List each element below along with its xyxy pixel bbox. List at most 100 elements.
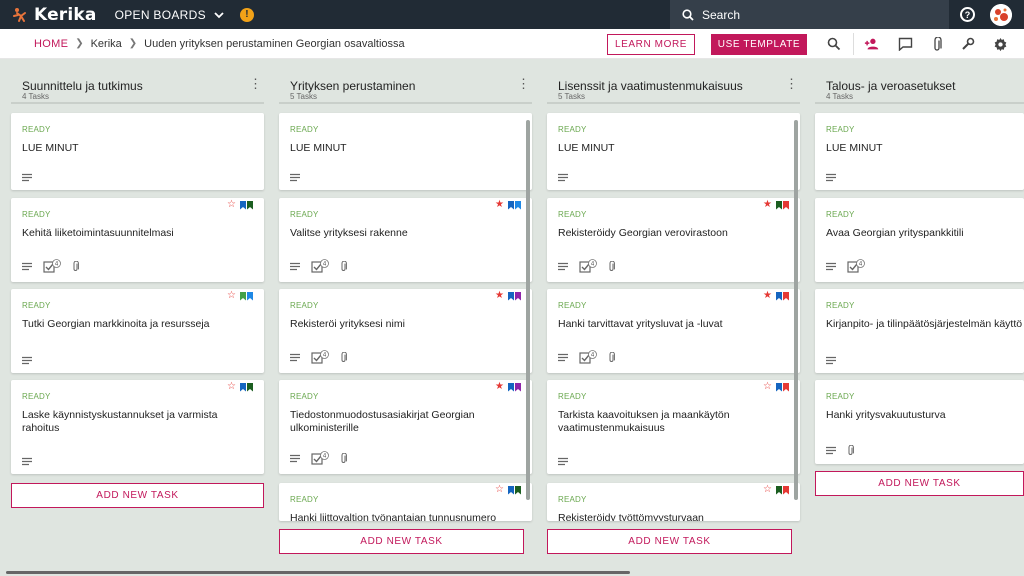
star-filled-icon[interactable]: ★ [495,382,504,392]
task-card[interactable]: READY LUE MINUT [815,113,1024,190]
add-new-task-button[interactable]: ADD NEW TASK [11,483,264,508]
star-outline-icon[interactable]: ☆ [227,200,236,210]
open-boards-menu[interactable]: OPEN BOARDS [115,8,224,22]
card-icons [826,173,847,182]
column-vertical-scrollbar[interactable] [794,120,798,500]
bookmark-tag-icon [776,485,782,495]
breadcrumb-owner[interactable]: Kerika [91,38,122,50]
task-card[interactable]: READY Laske käynnistyskustannukset ja var… [11,380,264,474]
task-card[interactable]: READY Valitse yrityksesi rakenne ★ 4 [279,198,532,282]
card-flags: ☆ [227,382,253,392]
task-card[interactable]: READY LUE MINUT [11,113,264,190]
board-column: Lisenssit ja vaatimustenmukaisuus 5 Tasks… [547,72,800,554]
alert-icon[interactable]: ! [239,7,254,22]
star-filled-icon[interactable]: ★ [495,291,504,301]
card-status: READY [558,301,587,310]
horizontal-scrollbar-thumb[interactable] [6,571,630,574]
star-filled-icon[interactable]: ★ [763,200,772,210]
use-template-button[interactable]: USE TEMPLATE [711,34,807,55]
star-filled-icon[interactable]: ★ [763,291,772,301]
help-icon[interactable]: ? [960,7,975,22]
task-card[interactable]: READY LUE MINUT [547,113,800,190]
attachment-icon [340,352,347,363]
add-new-task-button[interactable]: ADD NEW TASK [279,529,524,554]
card-flags: ☆ [495,485,521,495]
add-new-task-button[interactable]: ADD NEW TASK [815,471,1024,496]
column-menu-icon[interactable]: ⋮ [517,77,530,90]
column-header[interactable]: Talous- ja veroasetukset 4 Tasks [815,72,1024,104]
star-outline-icon[interactable]: ☆ [763,485,772,495]
column-title[interactable]: Talous- ja veroasetukset [826,79,955,93]
card-title: Avaa Georgian yrityspankkitili [826,227,964,239]
card-status: READY [22,392,51,401]
star-outline-icon[interactable]: ☆ [495,485,504,495]
card-icons [558,457,579,466]
card-title: Laske käynnistyskustannukset ja varmista… [22,409,218,434]
checklist-icon: 4 [579,259,597,274]
task-card[interactable]: READY Rekisteröidy työttömyysturvaan ☆ [547,483,800,521]
task-card[interactable]: READY Tarkista kaavoituksen ja maankäytön… [547,380,800,474]
task-card[interactable]: READY Kehitä liiketoimintasuunnitelmasi ☆ 4 [11,198,264,282]
column-title[interactable]: Yrityksen perustaminen [290,79,415,93]
add-new-task-button[interactable]: ADD NEW TASK [547,529,792,554]
column-header[interactable]: Yrityksen perustaminen 5 Tasks ⋮ [279,72,532,104]
card-title: Hanki tarvittavat yritysluvat ja -luvat [558,318,723,330]
attachment-icon [847,445,854,456]
add-person-icon[interactable] [864,36,880,52]
toolbar-divider [853,33,854,55]
card-title: Tutki Georgian markkinoita ja resursseja [22,318,210,330]
column-header[interactable]: Suunnittelu ja tutkimus 4 Tasks ⋮ [11,72,264,104]
task-card[interactable]: READY Kirjanpito- ja tilinpäätösjärjestel… [815,289,1024,373]
attachment-icon[interactable] [929,36,945,52]
description-icon [22,356,32,365]
bookmark-tag-icon [515,291,521,301]
task-card[interactable]: READY Avaa Georgian yrityspankkitili 4 [815,198,1024,282]
gear-icon[interactable] [992,36,1008,52]
column-vertical-scrollbar[interactable] [526,120,530,500]
chat-icon[interactable] [897,36,913,52]
card-status: READY [826,210,855,219]
card-icons [290,173,311,182]
bookmark-tag-icon [508,200,514,210]
avatar[interactable] [990,4,1012,26]
task-card[interactable]: READY Hanki yritysvakuutusturva [815,380,1024,464]
card-title: Tiedostonmuodostusasiakirjat Georgian ul… [290,409,475,434]
star-outline-icon[interactable]: ☆ [227,291,236,301]
search-input[interactable]: Search [670,0,949,29]
description-icon [22,457,32,466]
column-title[interactable]: Suunnittelu ja tutkimus [22,79,143,93]
card-status: READY [558,125,587,134]
card-status: READY [290,210,319,219]
kerika-logo-icon [13,7,26,22]
column-title[interactable]: Lisenssit ja vaatimustenmukaisuus [558,79,743,93]
card-flags: ☆ [763,382,789,392]
star-outline-icon[interactable]: ☆ [227,382,236,392]
task-card[interactable]: READY Hanki liittovaltion työnantajan tun… [279,483,532,521]
card-status: READY [290,125,319,134]
star-outline-icon[interactable]: ☆ [763,382,772,392]
card-title: LUE MINUT [826,142,883,154]
card-status: READY [22,301,51,310]
task-card[interactable]: READY Rekisteröidy Georgian verovirastoon… [547,198,800,282]
board-search-icon[interactable] [826,36,842,52]
task-card[interactable]: READY Tiedostonmuodostusasiakirjat Georgi… [279,380,532,474]
chevron-down-icon [214,11,224,18]
kerika-logo[interactable]: Kerika [12,5,97,25]
task-card[interactable]: READY LUE MINUT [279,113,532,190]
bookmark-tag-icon [515,382,521,392]
column-menu-icon[interactable]: ⋮ [785,77,798,90]
card-title: Valitse yrityksesi rakenne [290,227,408,239]
task-card[interactable]: READY Rekisteröi yrityksesi nimi ★ 4 [279,289,532,373]
tools-icon[interactable] [960,36,976,52]
column-menu-icon[interactable]: ⋮ [249,77,262,90]
column-task-count: 5 Tasks [290,92,317,101]
learn-more-button[interactable]: LEARN MORE [607,34,695,55]
board-column: Talous- ja veroasetukset 4 Tasks READY LUE … [815,72,1024,496]
breadcrumb-home[interactable]: HOME [34,38,68,50]
column-header[interactable]: Lisenssit ja vaatimustenmukaisuus 5 Tasks… [547,72,800,104]
star-filled-icon[interactable]: ★ [495,200,504,210]
checklist-icon: 4 [311,259,329,274]
task-card[interactable]: READY Tutki Georgian markkinoita ja resur… [11,289,264,373]
description-icon [290,262,300,271]
task-card[interactable]: READY Hanki tarvittavat yritysluvat ja -l… [547,289,800,373]
